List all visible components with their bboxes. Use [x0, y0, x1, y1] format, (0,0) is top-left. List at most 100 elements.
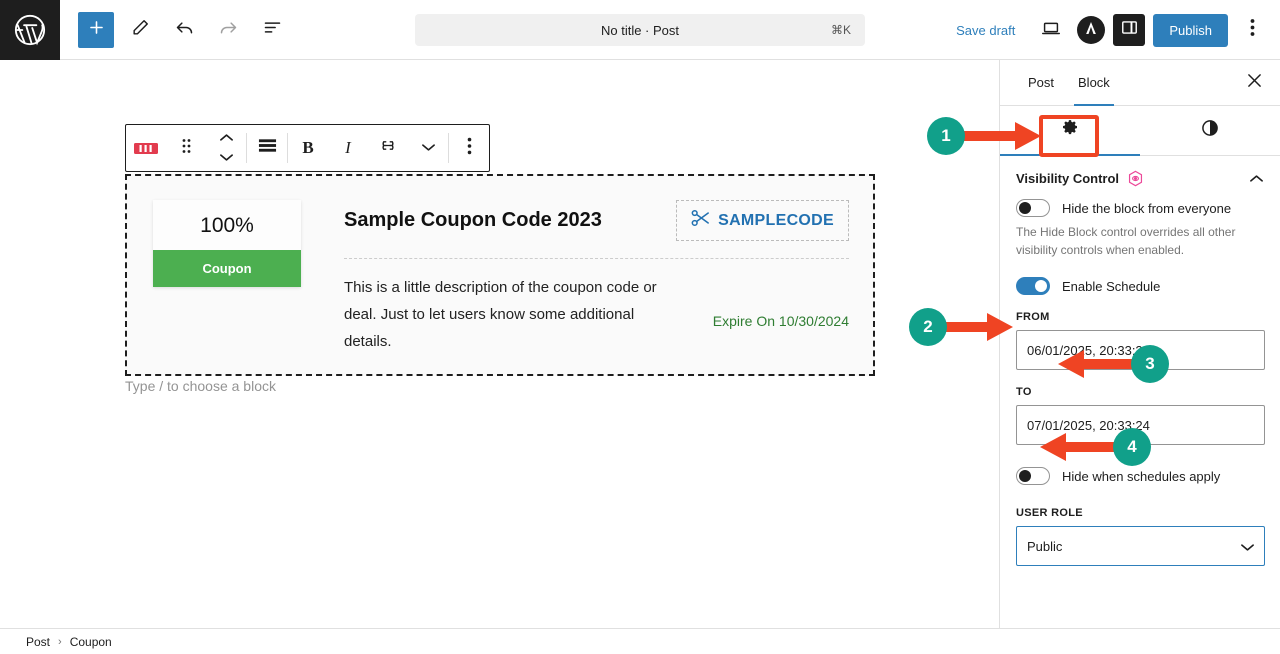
block-toolbar-format-group: B I: [288, 125, 448, 171]
to-label: TO: [1016, 386, 1032, 398]
coupon-title: Sample Coupon Code 2023: [344, 209, 602, 231]
coupon-divider: [344, 258, 849, 259]
redo-button[interactable]: [210, 12, 246, 48]
link-button[interactable]: [368, 125, 408, 171]
annotation-arrow-3: [1058, 350, 1136, 378]
close-x-icon: [1247, 73, 1262, 93]
editor-options-button[interactable]: [1236, 12, 1268, 48]
undo-button[interactable]: [166, 12, 202, 48]
coupon-details: Sample Coupon Code 2023 SAMPLECODE This: [344, 200, 849, 355]
document-title-bar[interactable]: No title · Post ⌘K: [415, 14, 865, 46]
block-toolbar: B I: [125, 124, 490, 172]
edit-tool-button[interactable]: [122, 12, 158, 48]
drag-dots-icon: [182, 138, 191, 159]
move-block-buttons[interactable]: [206, 125, 246, 171]
wordpress-block-editor: No title · Post ⌘K Save draft Publish B …: [0, 0, 1280, 654]
breadcrumb-item-post[interactable]: Post: [26, 635, 50, 649]
scissors-icon: [691, 209, 711, 232]
block-toolbar-align-group: [247, 125, 287, 171]
styles-contrast-icon: [1200, 118, 1220, 143]
enable-schedule-row: Enable Schedule: [1016, 277, 1264, 295]
hide-block-row: Hide the block from everyone: [1016, 199, 1264, 217]
tab-post[interactable]: Post: [1016, 60, 1066, 106]
tab-styles[interactable]: [1140, 106, 1280, 155]
sidebar-tab-list: Post Block: [1000, 60, 1280, 106]
hide-when-schedules-toggle[interactable]: [1016, 467, 1050, 485]
block-type-button[interactable]: [126, 125, 166, 171]
coupon-discount-value: 100%: [153, 200, 301, 250]
user-role-select-wrap: Public: [1016, 526, 1265, 566]
plus-icon: [87, 18, 106, 42]
close-sidebar-button[interactable]: [1238, 67, 1270, 99]
astra-avatar-button[interactable]: [1077, 16, 1106, 44]
italic-button[interactable]: I: [328, 125, 368, 171]
save-draft-button[interactable]: Save draft: [946, 17, 1025, 44]
astra-avatar-icon: [1082, 19, 1100, 42]
chevron-down-icon[interactable]: [219, 149, 234, 167]
gear-settings-icon: [1060, 118, 1080, 143]
user-role-select[interactable]: Public: [1016, 526, 1265, 566]
list-view-button[interactable]: [254, 12, 290, 48]
list-view-icon: [262, 17, 283, 43]
toggle-knob: [1019, 202, 1031, 214]
hide-when-schedules-row: Hide when schedules apply: [1016, 467, 1264, 485]
align-center-icon: [258, 138, 277, 158]
pencil-icon: [131, 18, 150, 42]
coupon-code-button[interactable]: SAMPLECODE: [676, 200, 849, 241]
editor-top-bar: No title · Post ⌘K Save draft Publish: [0, 0, 1280, 60]
coupon-header-row: Sample Coupon Code 2023 SAMPLECODE: [344, 200, 849, 241]
coupon-block[interactable]: 100% Coupon Sample Coupon Code 2023 SAMP…: [125, 174, 875, 376]
toggle-knob: [1019, 470, 1031, 482]
preview-button[interactable]: [1033, 12, 1069, 48]
publish-button[interactable]: Publish: [1153, 13, 1228, 47]
command-k-shortcut: ⌘K: [830, 23, 851, 37]
chevron-down-icon: [421, 139, 436, 157]
visibility-eye-hexagon-icon: [1127, 170, 1144, 187]
toggle-knob: [1035, 280, 1047, 292]
wordpress-logo-icon: [13, 13, 47, 47]
undo-arrow-icon: [174, 17, 195, 43]
block-toolbar-block-group: [126, 125, 246, 171]
add-block-button[interactable]: [78, 11, 114, 48]
hide-when-schedules-label: Hide when schedules apply: [1062, 468, 1221, 484]
hide-block-label: Hide the block from everyone: [1062, 200, 1232, 216]
enable-schedule-label: Enable Schedule: [1062, 278, 1161, 294]
collapse-panel-button[interactable]: [1249, 174, 1264, 183]
annotation-badge-3: 3: [1131, 345, 1169, 383]
chevron-up-icon[interactable]: [219, 129, 234, 147]
visibility-control-panel-body: Hide the block from everyone The Hide Bl…: [1000, 199, 1280, 566]
drag-block-handle[interactable]: [166, 125, 206, 171]
annotation-badge-1: 1: [927, 117, 965, 155]
coupon-block-icon: [134, 140, 158, 156]
annotation-badge-4: 4: [1113, 428, 1151, 466]
block-options-button[interactable]: [449, 125, 489, 171]
coupon-description: This is a little description of the coup…: [344, 279, 657, 350]
empty-paragraph-placeholder[interactable]: Type / to choose a block: [125, 378, 276, 394]
editor-canvas: B I 100% Coupon Sample Coupon Code 2023 …: [0, 60, 999, 628]
three-dots-vertical-icon: [467, 137, 472, 160]
wordpress-logo-button[interactable]: [0, 0, 60, 60]
coupon-expiry: Expire On 10/30/2024: [712, 313, 849, 329]
settings-sidebar-toggle[interactable]: [1113, 14, 1146, 46]
visibility-control-panel-header[interactable]: Visibility Control: [1000, 156, 1280, 199]
align-button[interactable]: [247, 125, 287, 171]
coupon-tag-label: Coupon: [153, 250, 301, 287]
enable-schedule-toggle[interactable]: [1016, 277, 1050, 295]
more-formats-button[interactable]: [408, 125, 448, 171]
annotation-arrow-2: [945, 313, 1013, 341]
link-icon: [378, 139, 398, 157]
visibility-control-title: Visibility Control: [1016, 171, 1120, 186]
redo-arrow-icon: [218, 17, 239, 43]
hide-block-toggle[interactable]: [1016, 199, 1050, 217]
coupon-code-text: SAMPLECODE: [718, 211, 834, 229]
tab-block[interactable]: Block: [1066, 60, 1122, 106]
document-title: No title · Post: [600, 22, 680, 38]
bold-button[interactable]: B: [288, 125, 328, 171]
breadcrumb-separator: ›: [58, 635, 62, 648]
top-bar-right-tools: Save draft Publish: [946, 0, 1268, 60]
breadcrumb: Post › Coupon: [0, 628, 1280, 654]
breadcrumb-item-coupon[interactable]: Coupon: [70, 635, 112, 649]
block-toolbar-options-group: [449, 125, 489, 171]
three-dots-vertical-icon: [1250, 18, 1255, 42]
annotation-badge-2: 2: [909, 308, 947, 346]
